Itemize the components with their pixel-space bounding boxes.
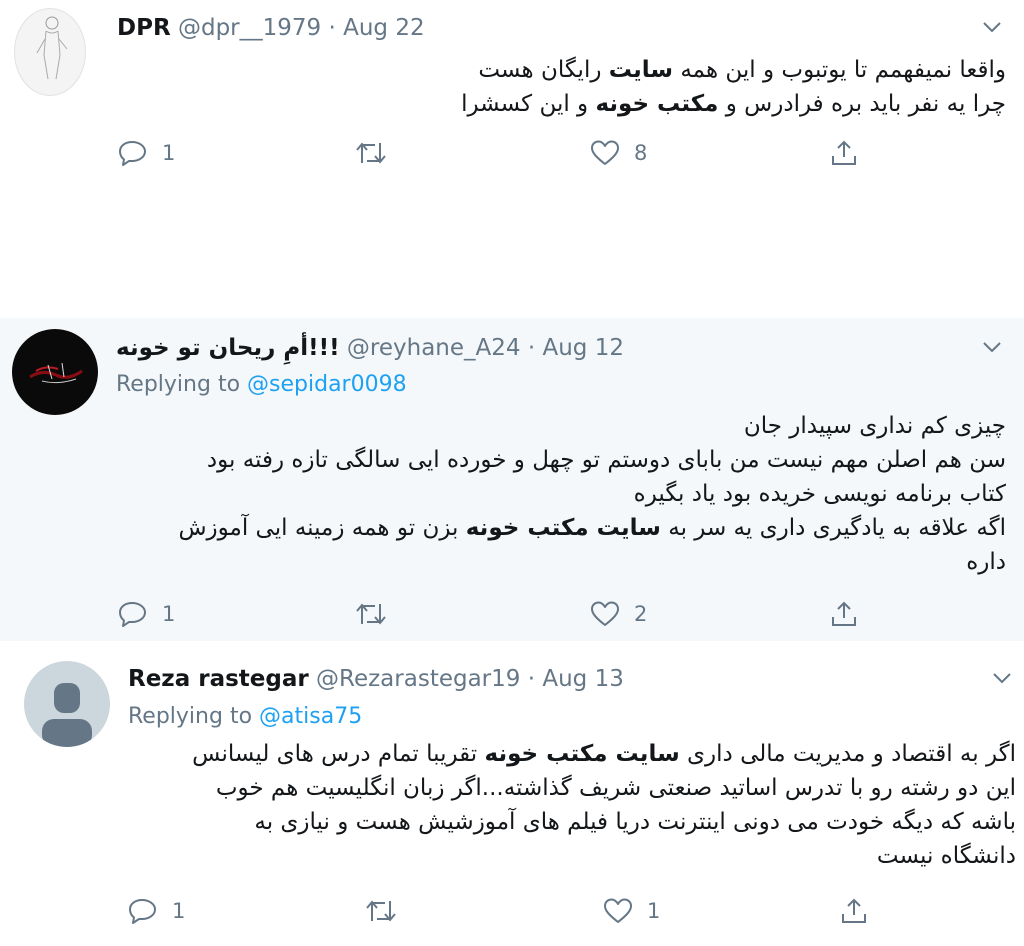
tweet-text: چیزی کم نداری سپیدار جان سن هم اصلن مهم ن… xyxy=(112,409,1006,579)
like-icon xyxy=(591,601,619,626)
retweet-icon xyxy=(356,142,386,164)
tweet-date[interactable]: Aug 22 xyxy=(343,15,425,41)
separator: · xyxy=(527,335,536,361)
text-segment: تقریبا تمام درس های لیسانس xyxy=(192,741,485,767)
reply-count: 1 xyxy=(162,141,176,165)
like-button[interactable]: 8 xyxy=(590,139,647,167)
retweet-button[interactable] xyxy=(355,600,401,628)
separator: · xyxy=(328,15,336,41)
sketch-figure-image xyxy=(36,16,68,80)
tweet-text-line: کتاب برنامه نویسی خریده بود یاد بگیره xyxy=(112,477,1006,511)
text-segment: داره xyxy=(966,549,1006,575)
chevron-down-icon[interactable] xyxy=(978,17,1006,37)
highlighted-keyword: مکتب خونه xyxy=(595,91,719,117)
text-segment: و این کسشرا xyxy=(461,91,596,117)
tweet-text-line: داره xyxy=(112,545,1006,579)
reply-count: 1 xyxy=(172,899,186,923)
share-button[interactable] xyxy=(830,139,858,167)
like-icon xyxy=(591,140,619,165)
text-segment: واقعا نمیفهمم تا یوتبوب و این همه xyxy=(673,57,1006,83)
tweet-text-line: اگر به اقتصاد و مدیریت مالی داری سایت مک… xyxy=(124,737,1016,771)
text-segment: چیزی کم نداری سپیدار جان xyxy=(743,413,1006,439)
like-count: 8 xyxy=(634,141,648,165)
replying-label: Replying to xyxy=(128,704,253,729)
highlighted-keyword: سایت xyxy=(608,57,674,83)
user-handle[interactable]: @Rezarastegar19 xyxy=(316,666,520,692)
like-button[interactable]: 2 xyxy=(590,600,647,628)
retweet-button[interactable] xyxy=(355,139,401,167)
share-button[interactable] xyxy=(830,600,858,628)
text-segment: اگه علاقه به یادگیری داری یه سر به xyxy=(660,515,1006,541)
highlighted-keyword: سایت مکتب خونه xyxy=(465,515,661,541)
tweet[interactable]: Reza rastegar @Rezarastegar19 · Aug 13 R… xyxy=(0,641,1024,946)
calligraphy-logo-image xyxy=(29,362,83,384)
text-segment: کتاب برنامه نویسی خریده بود یاد بگیره xyxy=(633,481,1006,507)
share-icon xyxy=(832,601,856,626)
tweet-text-line: دانشگاه نیست xyxy=(124,839,1016,873)
reply-count: 1 xyxy=(162,602,176,626)
share-button[interactable] xyxy=(840,897,868,925)
tweet-text-line: باشه که دیگه خودت می دونی اینترنت دریا ف… xyxy=(124,805,1016,839)
display-name[interactable]: DPR xyxy=(117,15,171,41)
retweet-button[interactable] xyxy=(365,897,411,925)
replying-handle[interactable]: @sepidar0098 xyxy=(247,372,407,397)
reply-button[interactable]: 1 xyxy=(118,139,175,167)
tweet-text-line: سن هم اصلن مهم نیست من بابای دوستم تو چه… xyxy=(112,443,1006,477)
share-icon xyxy=(842,898,866,923)
tweet-date[interactable]: Aug 13 xyxy=(542,666,624,692)
share-icon xyxy=(832,140,856,165)
reply-icon xyxy=(119,602,146,627)
text-segment: اگر به اقتصاد و مدیریت مالی داری xyxy=(679,741,1016,767)
text-segment: بزن تو همه زمینه ایی آموزش xyxy=(178,515,466,541)
avatar[interactable] xyxy=(12,329,98,415)
reply-icon xyxy=(129,899,156,924)
replying-to: Replying to @atisa75 xyxy=(128,702,362,732)
like-icon xyxy=(604,898,632,923)
text-segment: سن هم اصلن مهم نیست من بابای دوستم تو چه… xyxy=(206,447,1006,473)
tweet-text: واقعا نمیفهمم تا یوتبوب و این همه سایت ر… xyxy=(400,53,1006,121)
like-button[interactable]: 1 xyxy=(603,897,660,925)
text-segment: باشه که دیگه خودت می دونی اینترنت دریا ف… xyxy=(254,809,1016,835)
chevron-down-icon[interactable] xyxy=(988,668,1016,688)
user-handle[interactable]: @dpr__1979 xyxy=(178,15,321,41)
highlighted-keyword: سایت مکتب خونه xyxy=(484,741,680,767)
tweet-text-line: چرا یه نفر باید بره فرادرس و مکتب خونه و… xyxy=(400,87,1006,121)
replying-to: Replying to @sepidar0098 xyxy=(116,370,407,400)
display-name[interactable]: أمِ ریحان تو خونه!!! xyxy=(116,335,340,361)
tweet[interactable]: DPR @dpr__1979 · Aug 22 واقعا نمیفهمم تا… xyxy=(0,0,1024,318)
avatar[interactable] xyxy=(24,661,110,747)
like-count: 2 xyxy=(634,602,648,626)
avatar[interactable] xyxy=(14,8,86,96)
tweet-text-line: چیزی کم نداری سپیدار جان xyxy=(112,409,1006,443)
separator: · xyxy=(527,666,536,692)
retweet-icon xyxy=(366,900,396,922)
display-name[interactable]: Reza rastegar xyxy=(128,666,309,692)
like-count: 1 xyxy=(647,899,661,923)
reply-button[interactable]: 1 xyxy=(118,600,175,628)
tweet-text-line: اگه علاقه به یادگیری داری یه سر به سایت … xyxy=(112,511,1006,545)
reply-button[interactable]: 1 xyxy=(128,897,185,925)
tweet-date[interactable]: Aug 12 xyxy=(542,335,624,361)
reply-icon xyxy=(119,141,146,166)
text-segment: رایگان هست xyxy=(478,57,609,83)
user-handle[interactable]: @reyhane_A24 xyxy=(347,335,521,361)
tweet-text-line: واقعا نمیفهمم تا یوتبوب و این همه سایت ر… xyxy=(400,53,1006,87)
retweet-icon xyxy=(356,603,386,625)
replying-handle[interactable]: @atisa75 xyxy=(259,704,362,729)
default-avatar-image xyxy=(42,683,92,747)
text-segment: چرا یه نفر باید بره فرادرس و xyxy=(718,91,1006,117)
chevron-down-icon[interactable] xyxy=(978,337,1006,357)
tweet-text-line: این دو رشته رو با تدرس اساتید صنعتی شریف… xyxy=(124,771,1016,805)
text-segment: دانشگاه نیست xyxy=(876,843,1016,869)
tweet-text: اگر به اقتصاد و مدیریت مالی داری سایت مک… xyxy=(124,737,1016,873)
text-segment: این دو رشته رو با تدرس اساتید صنعتی شریف… xyxy=(215,775,1016,801)
replying-label: Replying to xyxy=(116,372,241,397)
tweet[interactable]: أمِ ریحان تو خونه!!! @reyhane_A24 · Aug … xyxy=(0,318,1024,641)
